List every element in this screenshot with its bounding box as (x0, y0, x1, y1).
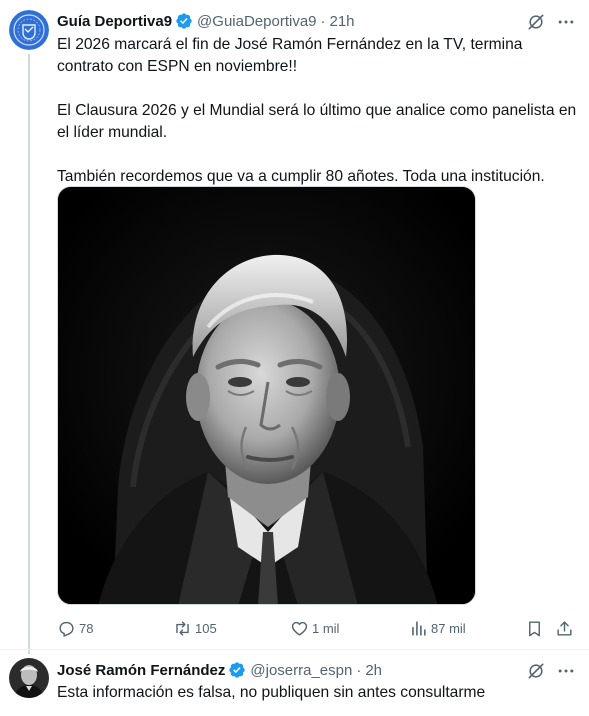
author-name[interactable]: José Ramón Fernández (57, 662, 225, 679)
tweet-paragraph: El 2026 marcará el fin de José Ramón Fer… (57, 36, 523, 75)
main-tweet[interactable]: Guía Deportiva9 @GuiaDeportiva9 · 21h El… (0, 0, 589, 654)
author-handle[interactable]: @joserra_espn (250, 662, 352, 679)
separator-dot: · (356, 661, 362, 679)
tweet-paragraph: El Clausura 2026 y el Mundial será lo úl… (57, 102, 577, 141)
guia-deportiva-logo (9, 10, 49, 50)
tweet-header: José Ramón Fernández @joserra_espn · 2h (57, 659, 382, 681)
reply-text: Esta información es falsa, no publiquen … (57, 684, 486, 701)
timestamp[interactable]: 2h (365, 662, 382, 679)
repost-count: 105 (195, 620, 217, 636)
profile-photo (9, 658, 49, 698)
views-button[interactable]: 87 mil (409, 617, 466, 639)
heart-icon (291, 621, 308, 636)
repost-icon (176, 620, 189, 636)
avatar[interactable] (9, 658, 49, 698)
verified-badge-icon (229, 662, 246, 678)
bookmark-button[interactable] (525, 617, 544, 639)
thread-connector (28, 54, 30, 654)
view-count: 87 mil (431, 620, 466, 636)
repost-button[interactable]: 105 (173, 617, 217, 639)
more-dots-icon[interactable] (556, 661, 576, 681)
portrait-photo (58, 187, 475, 604)
tweet-actions: 78 105 1 mil 87 mil (57, 617, 577, 639)
bookmark-icon (529, 620, 540, 636)
share-button[interactable] (555, 617, 574, 639)
reply-button[interactable]: 78 (57, 617, 93, 639)
reply-icon (59, 621, 74, 637)
like-button[interactable]: 1 mil (290, 617, 339, 639)
views-bar-icon (412, 620, 426, 636)
grok-icon[interactable] (526, 661, 546, 681)
share-icon (557, 620, 572, 636)
tweet-photo[interactable] (57, 186, 476, 605)
reply-count: 78 (79, 620, 94, 636)
timestamp[interactable]: 21h (330, 13, 355, 30)
author-handle[interactable]: @GuiaDeportiva9 (197, 13, 316, 30)
more-dots-icon[interactable] (556, 12, 576, 32)
reply-tweet[interactable]: José Ramón Fernández @joserra_espn · 2h … (0, 650, 589, 716)
tweet-paragraph: También recordemos que va a cumplir 80 a… (57, 168, 545, 185)
separator-dot: · (320, 12, 326, 30)
grok-icon[interactable] (526, 12, 546, 32)
verified-badge-icon (176, 13, 192, 29)
tweet-header: Guía Deportiva9 @GuiaDeportiva9 · 21h (57, 10, 355, 32)
author-name[interactable]: Guía Deportiva9 (57, 13, 172, 30)
tweet-text: El 2026 marcará el fin de José Ramón Fer… (57, 34, 577, 188)
avatar[interactable] (9, 10, 49, 50)
like-count: 1 mil (312, 620, 340, 636)
